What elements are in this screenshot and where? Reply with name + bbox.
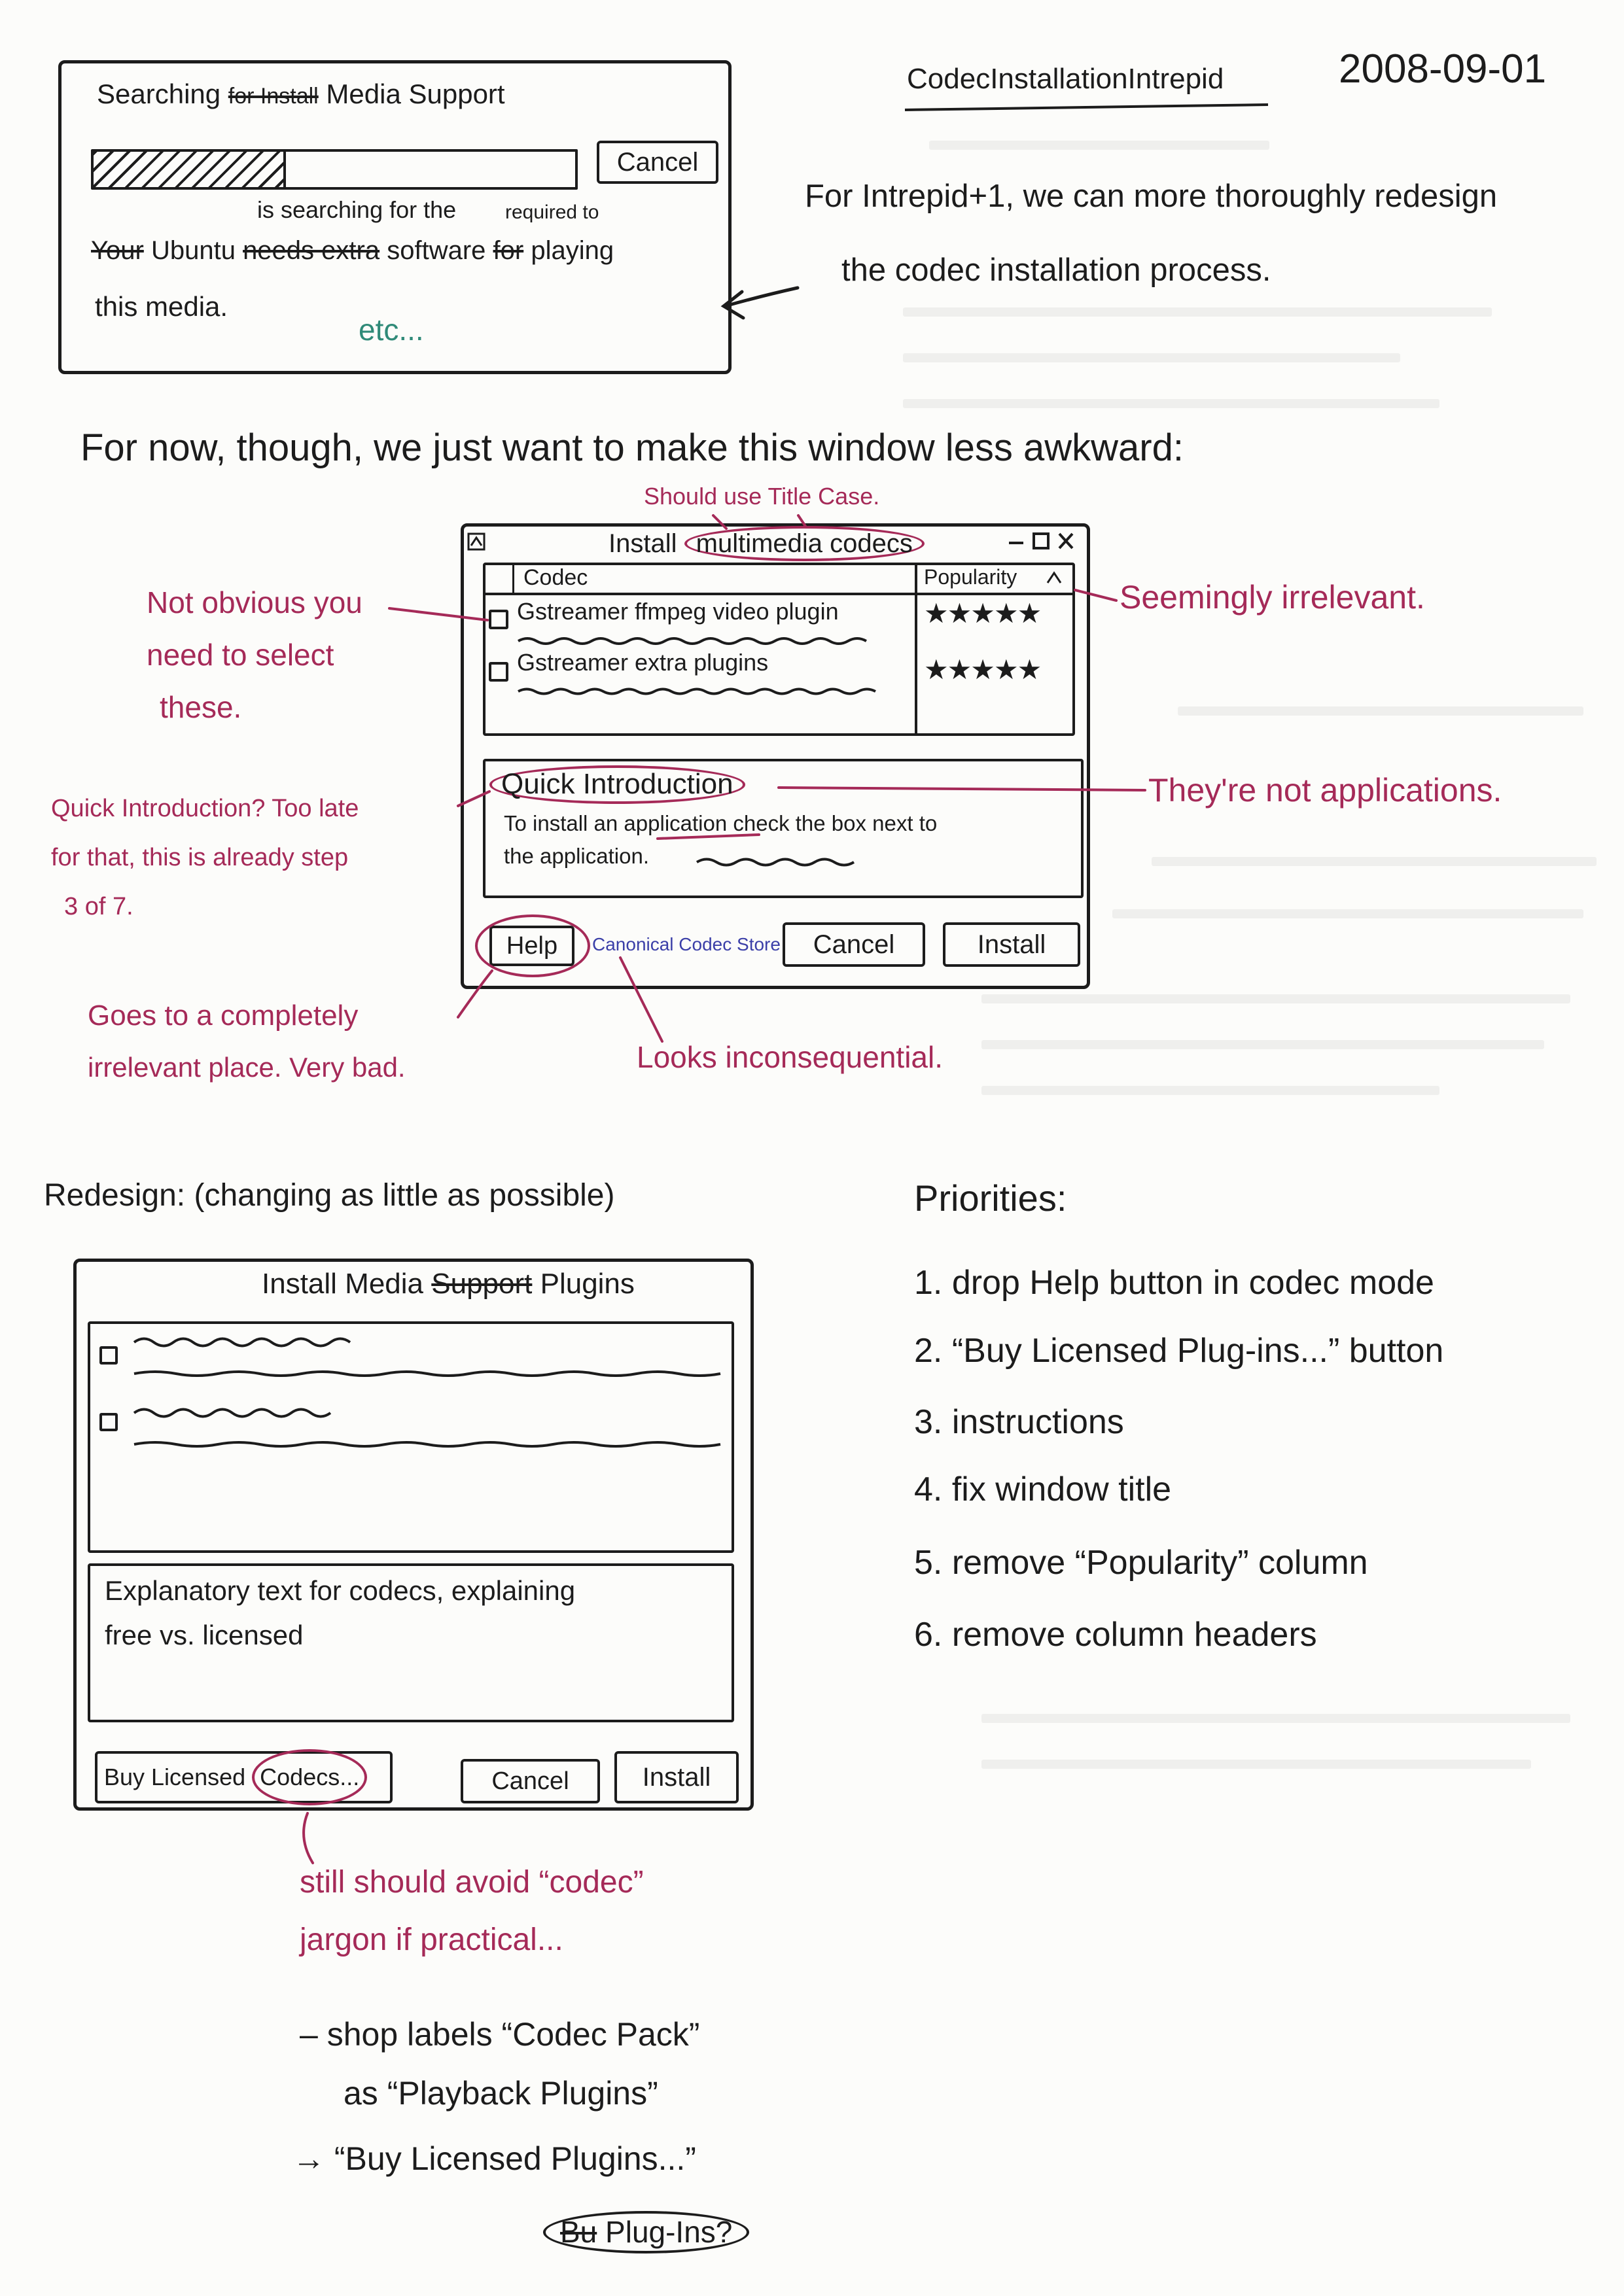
quick-intro-title-circled: Quick Introduction (489, 765, 745, 804)
priority-item: 4. fix window title (914, 1470, 1172, 1508)
redesign-explanation-line1: Explanatory text for codecs, explaining (105, 1575, 576, 1606)
redesign-codec-list (88, 1321, 734, 1553)
column-header-popularity-label: Popularity (924, 565, 1017, 589)
arrow-left-icon (720, 286, 800, 320)
window-controls (1005, 529, 1080, 553)
close-icon[interactable] (1055, 529, 1077, 553)
alternative-label: Bu Plug-Ins? (543, 2211, 750, 2253)
window-icon (467, 532, 485, 551)
priority-item: 1. drop Help button in codec mode (914, 1264, 1434, 1302)
annotation-selection-line1: Not obvious you (147, 585, 362, 619)
alternative-text: Plug-Ins? (605, 2215, 733, 2249)
codec-row-name: Gstreamer extra plugins (517, 649, 769, 676)
message-word: for (493, 236, 524, 265)
annotation-popularity: Seemingly irrelevant. (1120, 579, 1425, 616)
message-word: playing (531, 236, 614, 265)
intro-line: For now, though, we just want to make th… (80, 426, 1184, 469)
redesign-note-line1: For Intrepid+1, we can more thoroughly r… (805, 179, 1498, 214)
quick-intro-text-line2: the application. (504, 844, 649, 868)
old-dialog-title: Searching for Install Media Support (97, 78, 505, 110)
redesign-row-checkbox[interactable] (99, 1413, 118, 1431)
redesign-heading: Redesign: (changing as little as possibl… (44, 1178, 615, 1213)
minimize-icon[interactable] (1005, 529, 1027, 553)
alternative-struck: Bu (560, 2215, 597, 2249)
page-title: CodecInstallationIntrepid (907, 63, 1224, 95)
old-dialog-title-struck: for Install (228, 84, 319, 109)
old-dialog-title-lead: Searching (97, 78, 221, 109)
codec-list-header: Codec Popularity (483, 563, 1075, 595)
title-underline (904, 103, 1269, 111)
priorities-heading: Priorities: (914, 1177, 1067, 1219)
current-cancel-button[interactable]: Cancel (783, 922, 925, 967)
maximize-icon[interactable] (1030, 529, 1052, 553)
message-word: needs extra (243, 236, 380, 265)
popularity-stars: ★★★★★ (924, 597, 1042, 629)
help-button-circle (475, 914, 590, 977)
annotation-not-applications: They're not applications. (1148, 772, 1502, 809)
popularity-stars: ★★★★★ (924, 653, 1042, 686)
old-dialog-message-end: this media. (95, 291, 228, 322)
message-word: Ubuntu (150, 236, 236, 265)
popularity-column-divider (915, 593, 917, 736)
column-header-codec[interactable]: Codec (523, 565, 588, 591)
label-note-line2: as “Playback Plugins” (344, 2075, 658, 2112)
jargon-note-line2: jargon if practical... (300, 1922, 563, 1957)
page-date: 2008-09-01 (1339, 46, 1547, 92)
annotation-help-line1: Goes to a completely (88, 1000, 359, 1032)
alternative-label-circled: Bu Plug-Ins? (543, 2211, 750, 2253)
jargon-note-line1: still should avoid “codec” (300, 1865, 644, 1900)
header-checkbox-column (483, 563, 514, 593)
message-word: software (387, 236, 486, 265)
redesign-cancel-button[interactable]: Cancel (461, 1759, 600, 1803)
message-word: Your (91, 236, 144, 265)
redesign-title-struck: Support (431, 1268, 533, 1300)
sort-ascending-icon (1046, 570, 1063, 585)
redesign-note-line2: the codec installation process. (841, 252, 1271, 288)
search-progress-bar (91, 149, 578, 190)
old-dialog-title-tail: Media Support (326, 78, 505, 109)
annotation-connector (302, 1812, 314, 1864)
current-dialog-title: Install multimedia codecs (609, 526, 925, 561)
insertion-searching: is searching for the (257, 196, 457, 223)
buy-button-label: Buy Licensed (104, 1764, 246, 1790)
redesign-title-lead: Install Media (262, 1268, 424, 1300)
redesign-install-button[interactable]: Install (614, 1751, 739, 1803)
quick-intro-text-line1: To install an application check the box … (504, 811, 938, 835)
redesign-title-tail: Plugins (540, 1268, 635, 1300)
annotation-selection-line3: these. (160, 690, 242, 724)
column-header-popularity[interactable]: Popularity (915, 563, 1075, 593)
quick-intro-title: Quick Introduction (489, 765, 745, 804)
annotation-title-case: Should use Title Case. (644, 483, 880, 510)
label-note-line1: – shop labels “Codec Pack” (300, 2016, 700, 2053)
annotation-quick-intro-line1: Quick Introduction? Too late (51, 795, 359, 822)
redesign-row-checkbox[interactable] (99, 1346, 118, 1365)
priority-item: 3. instructions (914, 1403, 1124, 1441)
buy-licensed-codecs-button[interactable]: Buy Licensed Codecs... (95, 1749, 393, 1805)
current-dialog-title-lead: Install (609, 529, 677, 558)
annotation-selection-line2: need to select (147, 638, 334, 672)
current-install-button[interactable]: Install (943, 922, 1080, 967)
canonical-codec-store-link[interactable]: Canonical Codec Store (592, 934, 781, 955)
redesign-explanation-line2: free vs. licensed (105, 1620, 304, 1650)
old-cancel-button[interactable]: Cancel (597, 141, 718, 184)
redesign-dialog-title: Install Media Support Plugins (262, 1268, 635, 1301)
insertion-required: required to (505, 201, 599, 223)
search-progress-fill (94, 152, 287, 187)
old-dialog-message: Your Ubuntu needs extra software for pla… (91, 235, 614, 266)
annotation-store-link: Looks inconsequential. (637, 1040, 943, 1074)
label-note-line3: → “Buy Licensed Plugins...” (292, 2140, 696, 2177)
codec-row-checkbox[interactable] (489, 662, 508, 682)
current-dialog-title-circled: multimedia codecs (684, 526, 925, 561)
buy-button-circled: Codecs... (252, 1749, 368, 1805)
codec-row-checkbox[interactable] (489, 610, 508, 629)
annotation-quick-intro-line3: 3 of 7. (64, 893, 133, 920)
priority-item: 2. “Buy Licensed Plug-ins...” button (914, 1332, 1444, 1370)
codec-row-name: Gstreamer ffmpeg video plugin (517, 598, 839, 625)
etc-note: etc... (359, 313, 424, 347)
priority-item: 5. remove “Popularity” column (914, 1544, 1368, 1582)
annotation-quick-intro-line2: for that, this is already step (51, 844, 349, 871)
priority-item: 6. remove column headers (914, 1616, 1317, 1654)
annotation-help-line2: irrelevant place. Very bad. (88, 1052, 406, 1083)
